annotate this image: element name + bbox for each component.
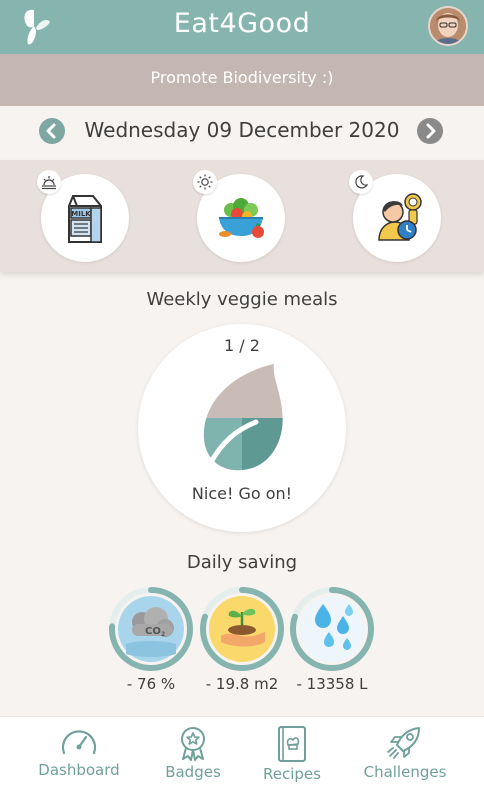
co2-progress-ring: CO 2: [109, 587, 193, 671]
svg-text:2: 2: [161, 631, 165, 638]
nav-dashboard[interactable]: Dashboard: [29, 725, 129, 779]
nav-recipes-label: Recipes: [263, 765, 321, 783]
chevron-right-icon: [426, 123, 436, 139]
recipe-book-icon: [278, 726, 306, 762]
land-progress-ring: [200, 587, 284, 671]
breakfast-meal-button[interactable]: MILK: [37, 170, 129, 262]
nav-badges[interactable]: Badges: [143, 725, 243, 781]
meals-section: MILK: [0, 160, 484, 272]
gauge-icon: [61, 730, 97, 755]
rocket-icon: [387, 727, 420, 759]
current-date: Wednesday 09 December 2020: [84, 118, 400, 142]
avatar-portrait: [430, 8, 466, 44]
lunch-meal-button[interactable]: [193, 170, 285, 262]
weekly-message: Nice! Go on!: [191, 484, 293, 503]
salad-bowl-icon: [219, 198, 264, 238]
svg-text:MILK: MILK: [71, 210, 91, 218]
person-clock-icon: [378, 193, 422, 241]
nav-recipes[interactable]: Recipes: [242, 725, 342, 783]
app-title: Eat4Good: [173, 8, 311, 39]
water-progress-ring: [290, 587, 374, 671]
weekly-progress-card: 1 / 2 Nice! Go on!: [138, 324, 346, 532]
next-day-button[interactable]: [417, 118, 443, 144]
app-header: Eat4Good: [0, 0, 484, 54]
nav-challenges[interactable]: Challenges: [355, 725, 455, 781]
dinner-meal-button[interactable]: [349, 170, 441, 262]
daily-saving-title: Daily saving: [186, 552, 298, 573]
bottom-navigation: Dashboard Badges Recipes Challenges: [0, 716, 484, 787]
user-avatar[interactable]: [428, 6, 468, 46]
water-saving-value: - 13358 L: [296, 675, 368, 693]
nav-challenges-label: Challenges: [363, 763, 447, 781]
date-navigator: Wednesday 09 December 2020: [0, 114, 484, 148]
nav-dashboard-label: Dashboard: [38, 761, 120, 779]
medal-icon: [181, 727, 205, 761]
milk-carton-icon: MILK: [68, 195, 102, 243]
leaf-progress-icon: [203, 364, 283, 471]
message-banner: Promote Biodiversity :): [0, 54, 484, 106]
svg-text:CO: CO: [145, 626, 161, 637]
nav-badges-label: Badges: [165, 763, 221, 781]
banner-text: Promote Biodiversity :): [150, 68, 334, 87]
weekly-veggie-title: Weekly veggie meals: [146, 289, 338, 310]
weekly-count: 1 / 2: [224, 336, 260, 355]
